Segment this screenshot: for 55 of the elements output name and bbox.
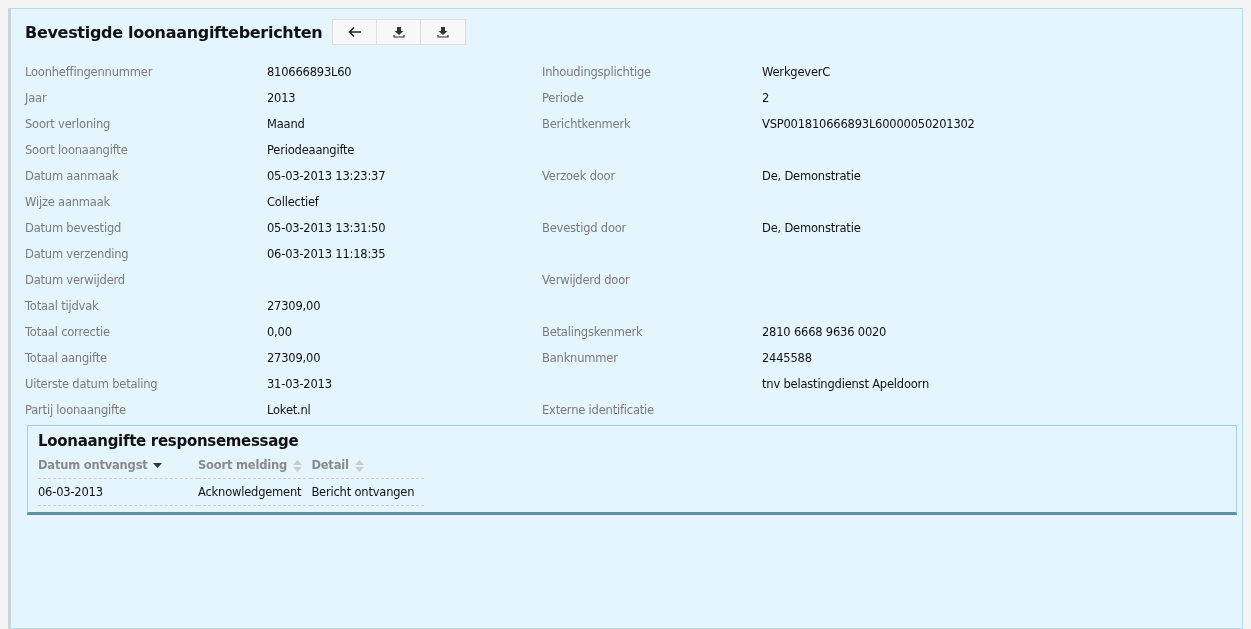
field-label: Berichtkenmerk (542, 117, 631, 131)
field-label: Totaal tijdvak (25, 299, 99, 313)
field-value: De, Demonstratie (762, 221, 861, 235)
column-header[interactable]: Datum ontvangst (38, 454, 198, 479)
field-value: tnv belastingdienst Apeldoorn (762, 377, 929, 391)
field-value: 27309,00 (267, 299, 321, 313)
field-label: Wijze aanmaak (25, 195, 110, 209)
field-value: 31-03-2013 (267, 377, 332, 391)
field-label: Totaal correctie (25, 325, 110, 339)
table-cell: Bericht ontvangen (311, 478, 425, 506)
field-value: 810666893L60 (267, 65, 352, 79)
table-cell: 06-03-2013 (38, 478, 198, 506)
field-value: 05-03-2013 13:23:37 (267, 169, 386, 183)
field-label: Datum bevestigd (25, 221, 122, 235)
field-value: 27309,00 (267, 351, 321, 365)
page-title: Bevestigde loonaangifteberichten (25, 22, 323, 42)
download-icon (437, 26, 450, 38)
field-value: VSP001810666893L60000050201302 (762, 117, 975, 131)
section-title: Loonaangifte responsemessage (38, 432, 300, 450)
field-label: Soort loonaangifte (25, 143, 128, 157)
field-value: De, Demonstratie (762, 169, 861, 183)
field-label: Datum verzending (25, 247, 129, 261)
download-icon (392, 26, 405, 38)
field-label: Uiterste datum betaling (25, 377, 158, 391)
field-value: 0,00 (267, 325, 292, 339)
field-value: 06-03-2013 11:18:35 (267, 247, 386, 261)
field-value: 2 (762, 91, 770, 105)
table-cell: Acknowledgement (198, 478, 312, 506)
field-label: Verzoek door (542, 169, 615, 183)
field-label: Periode (542, 91, 584, 105)
field-value: Maand (267, 117, 305, 131)
field-label: Jaar (25, 91, 47, 105)
column-header[interactable]: Soort melding (198, 454, 312, 479)
field-label: Datum aanmaak (25, 169, 119, 183)
field-label: Inhoudingsplichtige (542, 65, 651, 79)
field-label: Banknummer (542, 351, 618, 365)
field-label: Datum verwijderd (25, 273, 125, 287)
field-label: Verwijderd door (542, 273, 630, 287)
field-value: 2445588 (762, 351, 812, 365)
field-label: Externe identificatie (542, 403, 654, 417)
field-value: WerkgeverC (762, 65, 831, 79)
field-label: Totaal aangifte (25, 351, 107, 365)
field-label: Bevestigd door (542, 221, 627, 235)
field-value: Loket.nl (267, 403, 311, 417)
field-value: Collectief (267, 195, 319, 209)
arrow-left-icon (347, 26, 362, 38)
column-header[interactable]: Detail (311, 454, 425, 479)
field-value: 2810 6668 9636 0020 (762, 325, 887, 339)
field-value: 05-03-2013 13:31:50 (267, 221, 386, 235)
field-value: 2013 (267, 91, 296, 105)
field-label: Partij loonaangifte (25, 403, 126, 417)
field-value: Periodeaangifte (267, 143, 355, 157)
field-label: Betalingskenmerk (542, 325, 643, 339)
field-label: Soort verloning (25, 117, 111, 131)
field-label: Loonheffingennummer (25, 65, 153, 79)
